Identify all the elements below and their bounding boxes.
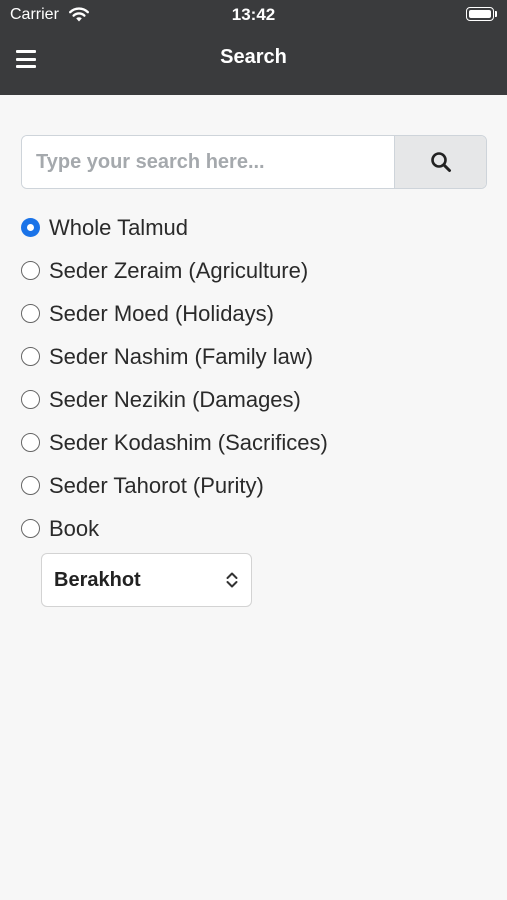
book-select-value: Berakhot [54,568,141,591]
radio-button[interactable] [21,304,40,323]
search-bar [21,135,487,189]
scope-label: Seder Nashim (Family law) [49,343,314,369]
radio-button[interactable] [21,261,40,280]
scope-option-moed[interactable]: Seder Moed (Holidays) [21,292,481,335]
battery-level [469,10,491,18]
page-title: Search [220,46,287,68]
scope-option-whole-talmud[interactable]: Whole Talmud [21,206,481,249]
scope-label: Seder Kodashim (Sacrifices) [49,429,328,455]
app-header: Carrier 13:42 Search [0,0,507,95]
scope-option-zeraim[interactable]: Seder Zeraim (Agriculture) [21,249,481,292]
search-button[interactable] [394,136,486,188]
radio-button[interactable] [21,476,40,495]
scope-label: Seder Moed (Holidays) [49,300,274,326]
radio-button[interactable] [21,433,40,452]
app-screen: Carrier 13:42 Search Whole T [0,0,507,900]
scope-option-nashim[interactable]: Seder Nashim (Family law) [21,335,481,378]
battery-icon [466,7,494,21]
scope-option-tahorot[interactable]: Seder Tahorot (Purity) [21,464,481,507]
radio-button[interactable] [21,347,40,366]
scope-option-kodashim[interactable]: Seder Kodashim (Sacrifices) [21,421,481,464]
scope-label: Whole Talmud [49,214,188,240]
scope-option-book[interactable]: Book [21,507,481,550]
search-icon [430,152,451,172]
scope-label: Seder Zeraim (Agriculture) [49,257,309,283]
radio-button[interactable] [21,519,40,538]
book-select[interactable]: Berakhot [41,553,252,607]
scope-option-nezikin[interactable]: Seder Nezikin (Damages) [21,378,481,421]
scope-radio-group: Whole Talmud Seder Zeraim (Agriculture) … [21,206,481,550]
radio-button[interactable] [21,218,40,237]
status-time: 13:42 [231,5,276,24]
scope-label: Seder Tahorot (Purity) [49,472,264,498]
chevron-up-down-icon [226,572,238,588]
radio-button[interactable] [21,390,40,409]
scope-label: Seder Nezikin (Damages) [49,386,301,412]
search-input[interactable] [22,136,394,188]
scope-label: Book [49,515,100,541]
battery-tip [495,11,497,17]
